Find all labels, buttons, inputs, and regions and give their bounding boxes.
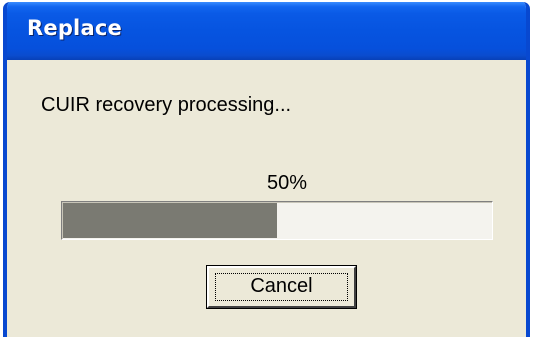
- replace-dialog: Replace CUIR recovery processing... 50% …: [3, 2, 530, 337]
- progress-bar: [61, 201, 493, 240]
- title-bar[interactable]: Replace: [7, 2, 526, 60]
- progress-bar-fill: [63, 203, 277, 238]
- cancel-button[interactable]: Cancel: [206, 265, 357, 309]
- status-message: CUIR recovery processing...: [41, 94, 292, 116]
- dialog-title: Replace: [27, 16, 122, 40]
- cancel-button-label: Cancel: [250, 275, 313, 297]
- progress-percent: 50%: [266, 172, 308, 194]
